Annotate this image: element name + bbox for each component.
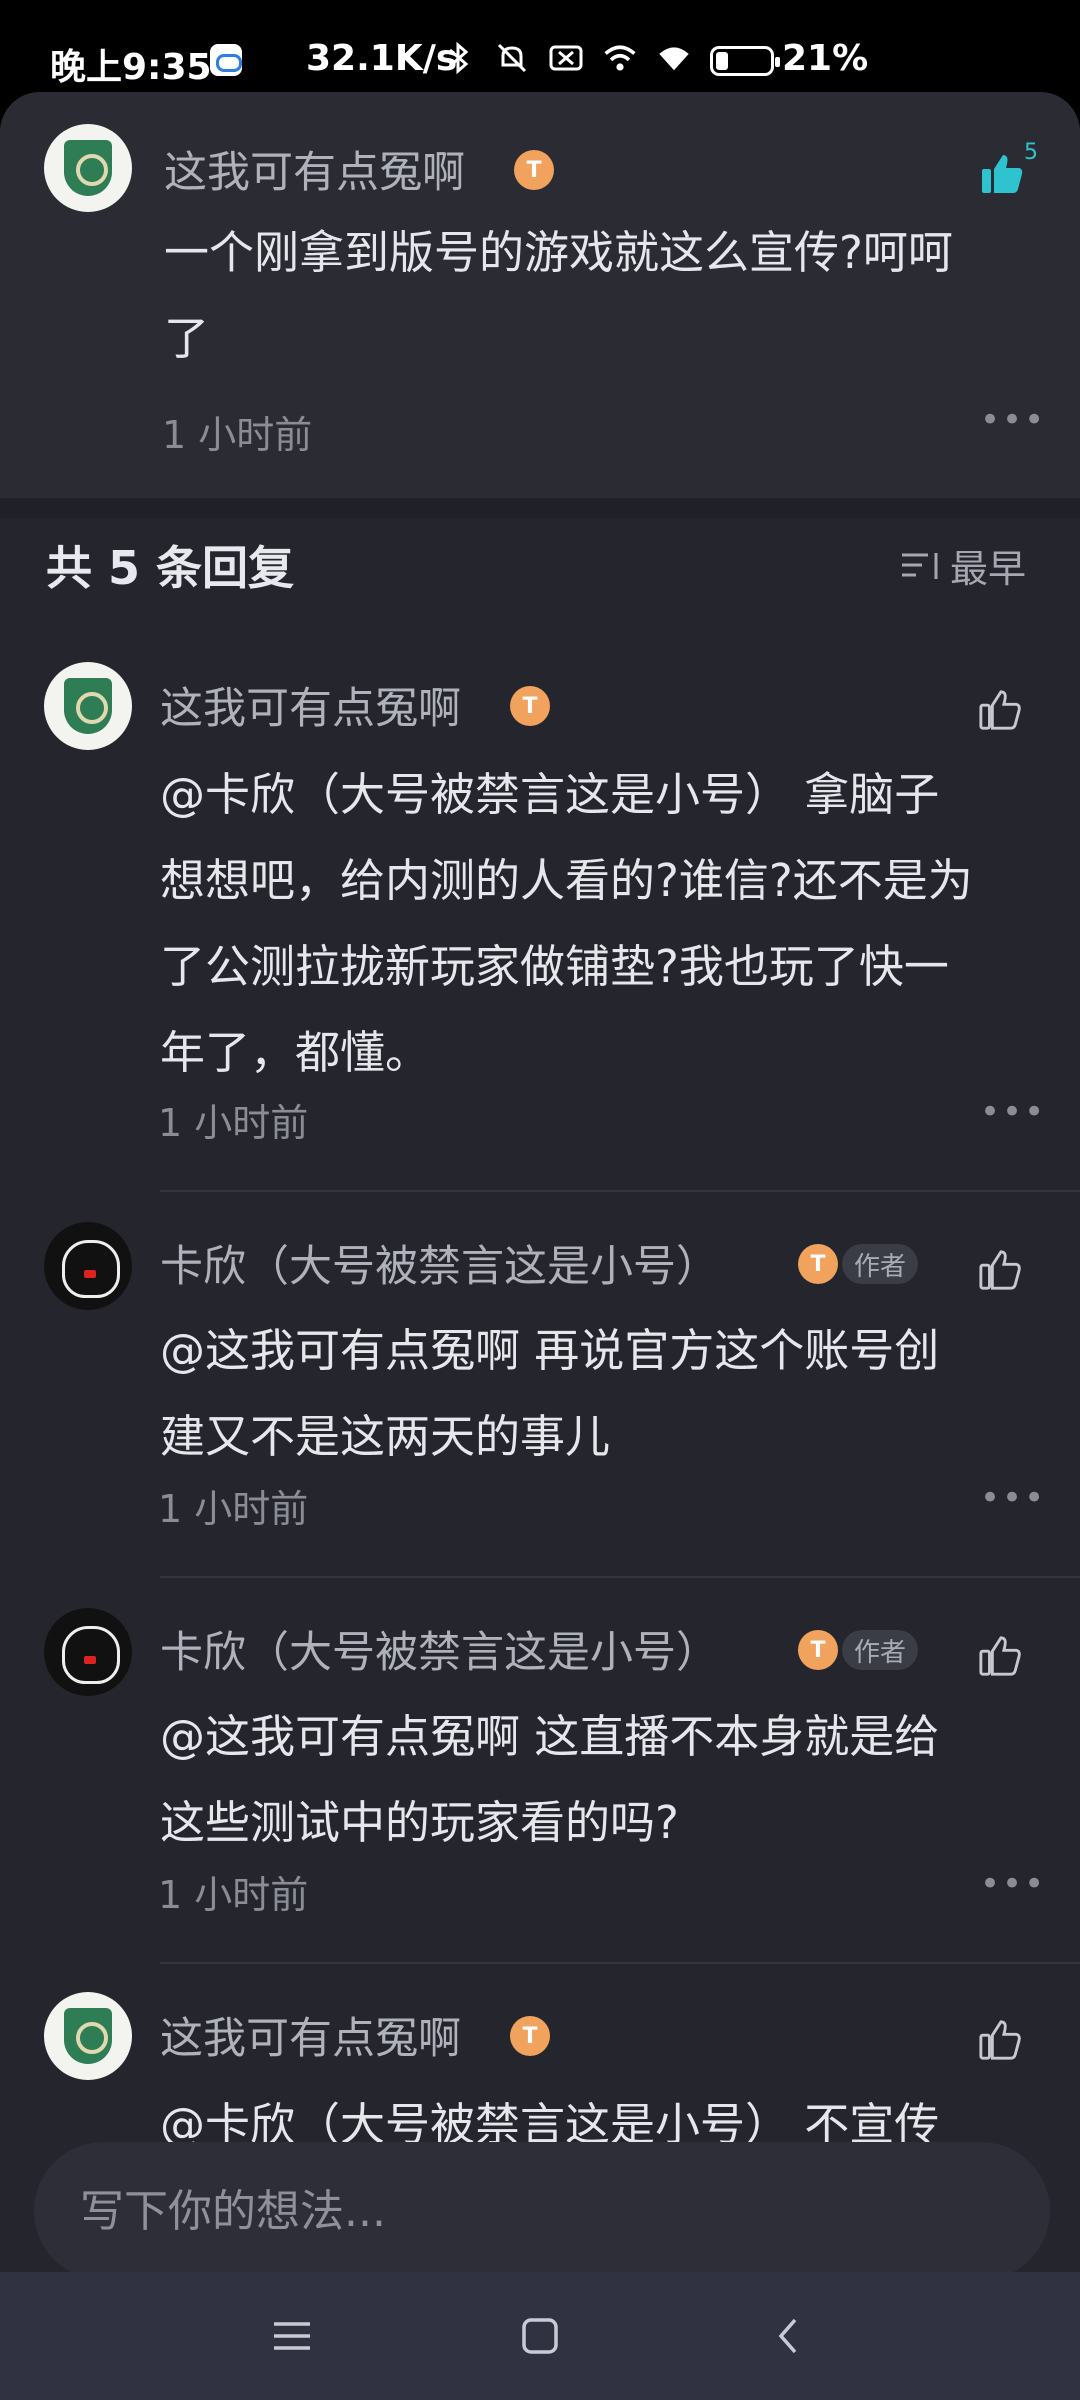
like-button[interactable] (970, 2010, 1030, 2070)
status-icons (440, 40, 692, 76)
like-button[interactable] (970, 1626, 1030, 1686)
content-line: 了公测拉拢新玩家做铺垫?我也玩了快一 (160, 940, 949, 993)
section-divider (0, 498, 1080, 518)
back-icon (778, 2318, 797, 2354)
status-time: 晚上9:35 (50, 47, 212, 88)
home-button[interactable] (500, 2300, 580, 2372)
content-line: @这我可有点冤啊 这直播不本身就是给 (160, 1710, 940, 1763)
content-line: 这些测试中的玩家看的吗? (160, 1796, 679, 1849)
cloud-app-icon (210, 44, 242, 76)
avatar[interactable] (44, 662, 132, 750)
reply-content: @卡欣（大号被禁言这是小号） 拿脑子 想想吧，给内测的人看的?谁信?还不是为 了… (160, 752, 1040, 1096)
like-count: 5 (1024, 140, 1038, 165)
author-tag: 作者 (842, 1244, 919, 1284)
comment-input-container[interactable] (34, 2142, 1050, 2280)
sort-label: 最早 (950, 547, 1027, 591)
content-line: 了 (164, 312, 210, 365)
battery-icon (710, 46, 780, 76)
username[interactable]: 这我可有点冤啊 (160, 2004, 461, 2066)
back-button[interactable] (748, 2300, 828, 2372)
status-bar: 晚上9:35 32.1K/s 21% (0, 0, 1080, 100)
level-badge: T (798, 1244, 838, 1284)
reply-content: @这我可有点冤啊 再说官方这个账号创 建又不是这两天的事儿 (160, 1308, 1040, 1480)
sim-off-icon (548, 40, 584, 76)
level-badge: T (514, 150, 554, 190)
mute-icon (494, 40, 530, 76)
like-button[interactable] (970, 1240, 1030, 1300)
sort-icon (902, 552, 938, 579)
system-nav-bar (0, 2272, 1080, 2400)
reply-time: 1 小时前 (158, 1873, 309, 1917)
content-line: 一个刚拿到版号的游戏就这么宣传?呵呵 (164, 226, 953, 279)
menu-icon (274, 2322, 310, 2350)
home-icon (522, 2318, 558, 2354)
avatar[interactable] (44, 1608, 132, 1696)
username[interactable]: 这我可有点冤啊 (164, 138, 465, 200)
level-badge: T (510, 2016, 550, 2056)
thumbs-up-icon (979, 1636, 1021, 1676)
thumbs-up-icon (979, 690, 1021, 730)
reply-time: 1 小时前 (158, 1487, 309, 1531)
battery-percent: 21% (782, 38, 869, 79)
divider (160, 1190, 1080, 1192)
like-button[interactable] (970, 680, 1030, 740)
more-options-button[interactable]: ••• (980, 1478, 1046, 1518)
more-options-button[interactable]: ••• (980, 1864, 1046, 1904)
avatar[interactable] (44, 1992, 132, 2080)
wifi-icon (656, 40, 692, 76)
parent-comment: 这我可有点冤啊 T 5 一个刚拿到版号的游戏就这么宣传?呵呵 了 1 小时前 •… (0, 92, 1080, 498)
comment-input[interactable] (80, 2142, 980, 2280)
more-options-button[interactable]: ••• (980, 400, 1046, 440)
comment-content: 一个刚拿到版号的游戏就这么宣传?呵呵 了 (164, 210, 1034, 382)
bluetooth-icon (440, 40, 476, 76)
level-badge: T (798, 1630, 838, 1670)
content-line: 年了，都懂。 (160, 1026, 431, 1079)
menu-button[interactable] (252, 2300, 332, 2372)
author-tag: 作者 (842, 1630, 919, 1670)
divider (160, 1576, 1080, 1578)
like-button[interactable] (972, 144, 1032, 204)
content-line: 想想吧，给内测的人看的?谁信?还不是为 (160, 854, 973, 907)
replies-count-title: 共 5 条回复 (46, 541, 295, 595)
thumbs-up-icon (979, 1250, 1021, 1290)
avatar[interactable] (44, 1222, 132, 1310)
avatar[interactable] (44, 124, 132, 212)
signal-icon (602, 40, 638, 76)
comment-time: 1 小时前 (162, 413, 313, 457)
content-line: @卡欣（大号被禁言这是小号） 拿脑子 (160, 768, 940, 821)
reply-content: @这我可有点冤啊 这直播不本身就是给 这些测试中的玩家看的吗? (160, 1694, 1040, 1866)
comment-sheet: 这我可有点冤啊 T 5 一个刚拿到版号的游戏就这么宣传?呵呵 了 1 小时前 •… (0, 92, 1080, 2272)
username[interactable]: 卡欣（大号被禁言这是小号） (160, 1618, 719, 1680)
username[interactable]: 这我可有点冤啊 (160, 674, 461, 736)
username[interactable]: 卡欣（大号被禁言这是小号） (160, 1232, 719, 1294)
more-options-button[interactable]: ••• (980, 1092, 1046, 1132)
divider (160, 1962, 1080, 1964)
thumbs-up-filled-icon (982, 155, 1023, 193)
network-speed: 32.1K/s (306, 38, 458, 79)
reply-time: 1 小时前 (158, 1101, 309, 1145)
thumbs-up-icon (979, 2020, 1021, 2060)
level-badge: T (510, 686, 550, 726)
content-line: 建又不是这两天的事儿 (160, 1410, 611, 1463)
content-line: @这我可有点冤啊 再说官方这个账号创 (160, 1324, 940, 1377)
sort-toggle[interactable]: 最早 (900, 538, 1026, 593)
